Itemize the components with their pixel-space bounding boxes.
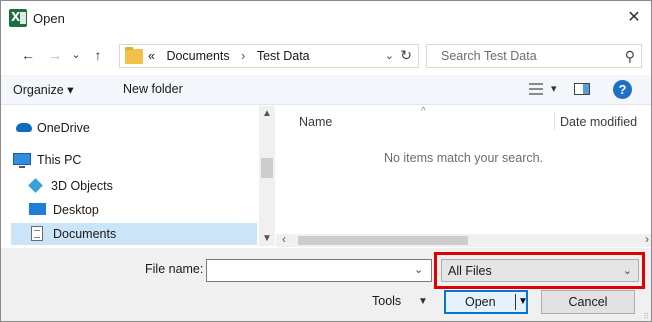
empty-list-message: No items match your search. — [383, 151, 544, 165]
sidebar-item-documents[interactable]: Documents — [11, 223, 257, 245]
title-bar: Open ✕ — [1, 1, 651, 35]
computer-icon — [13, 153, 31, 168]
file-name-input[interactable] — [206, 259, 432, 282]
cancel-button-label: Cancel — [568, 295, 608, 309]
navigation-pane: OneDrive This PC 3D Objects Desktop Docu… — [1, 106, 259, 246]
documents-icon — [31, 226, 43, 241]
forward-arrow-icon[interactable]: → — [46, 46, 64, 64]
excel-icon — [9, 9, 27, 27]
breadcrumb-overflow[interactable]: « — [148, 49, 155, 63]
search-box[interactable]: Search Test Data ⚲ — [426, 44, 642, 68]
breadcrumb-separator-icon[interactable]: › — [241, 49, 245, 63]
breadcrumb-documents[interactable]: Documents — [166, 49, 229, 63]
red-highlight-box — [434, 252, 645, 289]
file-list[interactable]: ^ Name Date modified No items match your… — [276, 106, 651, 234]
dialog-footer: File name: ⌄ All Files ⌄ Tools ▼ Open ▼ … — [1, 248, 651, 321]
address-dropdown-chevron-icon[interactable]: ⌄ — [385, 49, 394, 62]
onedrive-icon — [16, 123, 32, 132]
column-header-name[interactable]: Name — [299, 115, 332, 129]
command-toolbar: Organize ▾ New folder ▾ ? — [1, 75, 651, 105]
organize-button[interactable]: Organize ▾ — [13, 82, 73, 97]
breadcrumb: « Documents › Test Data — [148, 49, 310, 63]
recent-locations-chevron-icon[interactable]: ⌄ — [67, 46, 85, 64]
scroll-thumb[interactable] — [261, 158, 273, 178]
sidebar-item-label: This PC — [37, 153, 82, 167]
open-button[interactable]: Open ▼ — [444, 290, 528, 314]
up-folder-arrow-icon[interactable]: ↑ — [89, 46, 107, 64]
search-input[interactable]: Search Test Data — [441, 49, 537, 63]
address-bar[interactable]: « Documents › Test Data ⌄ ↻ — [119, 44, 419, 68]
scroll-left-arrow-icon[interactable]: ‹ — [282, 232, 286, 246]
preview-pane-icon[interactable] — [574, 83, 590, 95]
sidebar-item-onedrive[interactable]: OneDrive — [11, 117, 256, 139]
column-divider[interactable] — [554, 112, 555, 130]
open-button-label: Open — [465, 295, 496, 309]
scroll-right-arrow-icon[interactable]: › — [645, 232, 649, 246]
sort-indicator-icon: ^ — [421, 106, 426, 117]
navigation-bar: ← → ⌄ ↑ « Documents › Test Data ⌄ ↻ Sear… — [1, 41, 651, 71]
sidebar-item-label: Desktop — [53, 203, 99, 217]
sidebar-item-label: OneDrive — [37, 121, 90, 135]
resize-grip-icon[interactable] — [641, 311, 649, 321]
scroll-down-arrow-icon[interactable]: ▼ — [262, 233, 272, 244]
scroll-up-arrow-icon[interactable]: ▲ — [262, 108, 272, 119]
desktop-icon — [29, 203, 46, 215]
sidebar-item-label: 3D Objects — [51, 179, 113, 193]
back-arrow-icon[interactable]: ← — [19, 46, 37, 64]
scroll-thumb[interactable] — [298, 236, 468, 245]
sidebar-item-3d-objects[interactable]: 3D Objects — [11, 175, 256, 197]
refresh-icon[interactable]: ↻ — [400, 47, 412, 64]
open-split-divider — [515, 294, 516, 310]
navigation-pane-scrollbar[interactable]: ▲ ▼ — [259, 106, 275, 246]
cancel-button[interactable]: Cancel — [541, 290, 635, 314]
open-dropdown-arrow-icon[interactable]: ▼ — [518, 296, 528, 307]
folder-icon — [125, 47, 143, 64]
3d-objects-icon — [28, 178, 43, 193]
sidebar-item-desktop[interactable]: Desktop — [11, 199, 256, 221]
file-name-label: File name: — [145, 262, 204, 276]
sidebar-item-this-pc[interactable]: This PC — [11, 149, 256, 171]
new-folder-button[interactable]: New folder — [123, 82, 183, 96]
column-header-date-modified[interactable]: Date modified — [560, 115, 637, 129]
help-icon[interactable]: ? — [613, 80, 632, 99]
close-button[interactable]: ✕ — [621, 5, 647, 31]
breadcrumb-test-data[interactable]: Test Data — [257, 49, 310, 63]
window-title: Open — [33, 11, 65, 26]
open-file-dialog: Open ✕ ← → ⌄ ↑ « Documents › Test Data ⌄… — [0, 0, 652, 322]
file-list-horizontal-scrollbar[interactable]: ‹ › — [276, 232, 651, 247]
search-icon[interactable]: ⚲ — [625, 48, 635, 65]
sidebar-item-label: Documents — [53, 227, 117, 241]
file-name-dropdown-chevron-icon[interactable]: ⌄ — [414, 263, 423, 276]
tools-dropdown-arrow-icon[interactable]: ▼ — [418, 296, 428, 307]
view-dropdown-chevron-icon[interactable]: ▾ — [551, 82, 557, 95]
tools-button[interactable]: Tools — [372, 294, 401, 308]
view-options-icon[interactable] — [529, 83, 543, 95]
